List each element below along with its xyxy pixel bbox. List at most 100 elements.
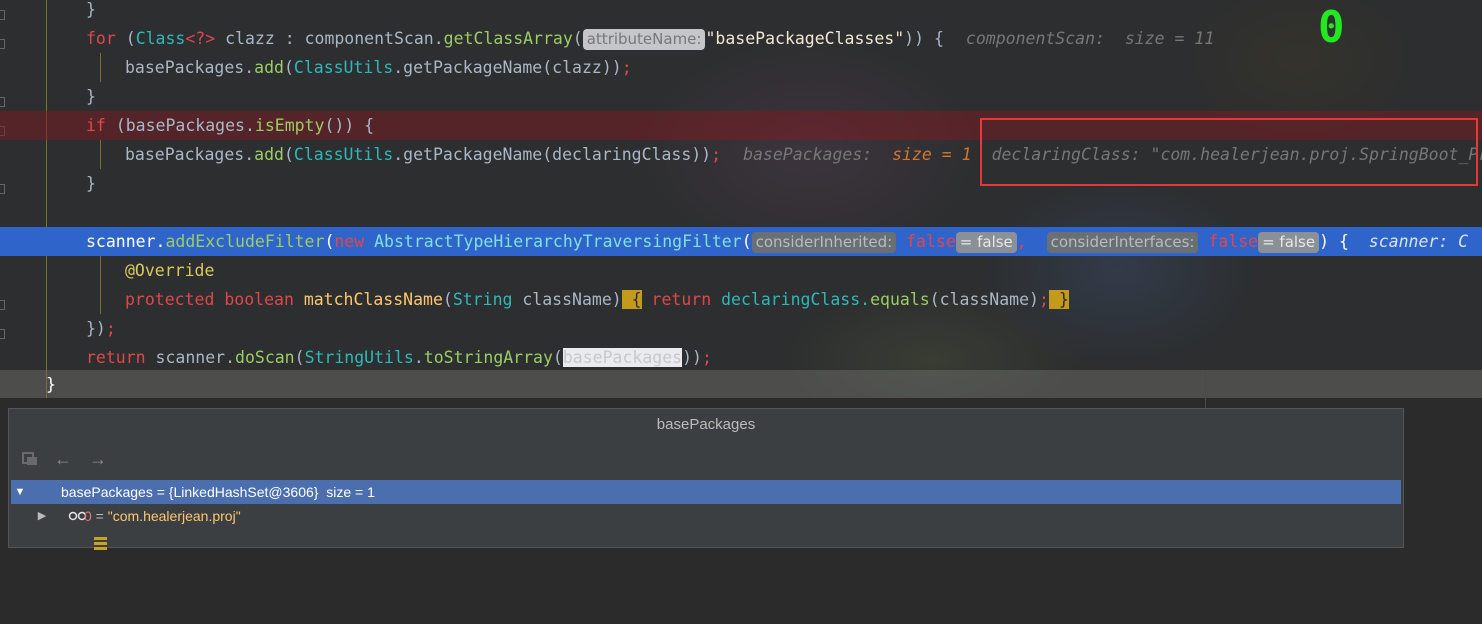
code-line[interactable]: } — [0, 82, 1482, 111]
method-name: equals — [870, 290, 930, 309]
inline-value-hint: = false — [1258, 232, 1320, 253]
parameter-hint: attributeName: — [582, 29, 706, 50]
counter-overlay: 0 — [1318, 2, 1345, 53]
comma: , — [1016, 232, 1047, 251]
code-line[interactable]: } — [0, 0, 1482, 24]
indent-guide — [100, 256, 101, 285]
method-name: getClassArray — [443, 29, 573, 48]
protected-keyword: protected — [125, 290, 215, 309]
code-text: ()) { — [324, 116, 375, 135]
parameter-hint: considerInterfaces: — [1046, 232, 1199, 253]
variable-size: size = 1 — [326, 484, 375, 500]
indent-guide — [100, 53, 101, 82]
popup-title: basePackages — [656, 416, 756, 433]
code-text: }) — [86, 319, 106, 338]
code-text: (basePackages. — [105, 116, 255, 135]
return-keyword: return — [641, 290, 722, 309]
code-text: )) { — [904, 29, 944, 48]
generic: <?> — [185, 29, 216, 48]
back-arrow-icon[interactable]: ← — [52, 448, 74, 470]
method-name: doScan — [235, 348, 295, 367]
debug-inline-size: size = 1 — [892, 145, 972, 164]
closing-brace: } — [86, 0, 96, 19]
debug-inline-value: componentScan: size = 11 — [965, 29, 1215, 48]
closing-brace: } — [46, 375, 56, 394]
debug-inline-value: scanner: C — [1368, 232, 1469, 251]
code-text: )) — [682, 348, 702, 367]
code-text: className) — [512, 290, 622, 309]
code-text: ( — [283, 58, 294, 77]
parameter-hint: considerInherited: — [751, 232, 897, 253]
method-name: addExcludeFilter — [165, 232, 325, 251]
matched-brace: } — [1048, 290, 1069, 309]
code-line[interactable]: for (Class<?> clazz : componentScan.getC… — [0, 24, 1482, 53]
code-line[interactable]: return scanner.doScan(StringUtils.toStri… — [0, 343, 1482, 372]
chevron-right-icon[interactable]: ▶ — [35, 504, 49, 528]
list-item-icon — [63, 509, 108, 550]
string-literal: "basePackageClasses" — [705, 29, 905, 48]
debug-inline-value: basePackages: — [743, 145, 893, 164]
annotation: @Override — [125, 261, 215, 280]
boolean-keyword: boolean — [214, 290, 304, 309]
false-literal: false — [1198, 232, 1259, 251]
code-text: ( — [115, 29, 136, 48]
class-name: AbstractTypeHierarchyTraversingFilter — [374, 232, 742, 251]
class-name: ClassUtils — [293, 145, 394, 164]
matched-brace: { — [621, 290, 642, 309]
code-editor[interactable]: } for (Class<?> clazz : componentScan.ge… — [0, 0, 1482, 398]
code-text: ( — [294, 348, 305, 367]
code-text: basePackages. — [125, 58, 255, 77]
code-text: . — [413, 348, 424, 367]
code-line[interactable]: @Override — [0, 256, 1482, 285]
code-text: ( — [283, 145, 294, 164]
code-text: scanner. — [145, 348, 236, 367]
code-line[interactable]: protected boolean matchClassName(String … — [0, 285, 1482, 314]
code-text: ( — [552, 348, 563, 367]
variable-tree[interactable]: ▼ basePackages = {LinkedHashSet@3606} si… — [11, 480, 1401, 550]
code-text: declaringClass. — [721, 290, 871, 309]
variable-value: = {LinkedHashSet@3606} — [152, 484, 327, 500]
method-name: isEmpty — [254, 116, 325, 135]
semicolon: ; — [105, 319, 116, 338]
forward-arrow-icon[interactable]: → — [87, 448, 109, 470]
new-keyword: new — [334, 232, 375, 251]
chevron-down-icon[interactable]: ▼ — [13, 480, 27, 504]
equals-sign: = — [91, 508, 108, 524]
false-literal: false — [896, 232, 956, 251]
annotation-highlight-box — [980, 118, 1478, 186]
element-value: "com.healerjean.proj" — [107, 508, 241, 524]
code-line[interactable]: basePackages.add(ClassUtils.getPackageNa… — [0, 53, 1482, 82]
code-text: scanner. — [86, 232, 166, 251]
variable-name: basePackages — [61, 484, 153, 500]
closing-brace: } — [86, 174, 96, 193]
semicolon: ; — [1038, 290, 1049, 309]
code-line[interactable]: }); — [0, 314, 1482, 343]
class-name: StringUtils — [304, 348, 414, 367]
semicolon: ; — [701, 348, 712, 367]
method-name: add — [254, 145, 284, 164]
code-text: ( — [741, 232, 752, 251]
code-text: ( — [324, 232, 335, 251]
method-name: toStringArray — [423, 348, 553, 367]
code-text: clazz : componentScan. — [215, 29, 444, 48]
tree-row[interactable]: ▶ 0 = "com.healerjean.proj" — [11, 504, 1401, 550]
current-execution-line[interactable]: scanner.addExcludeFilter(new AbstractTyp… — [0, 227, 1482, 256]
class-name: ClassUtils — [293, 58, 394, 77]
caret-line[interactable]: } — [0, 370, 1482, 398]
tree-row[interactable]: ▼ basePackages = {LinkedHashSet@3606} si… — [11, 480, 1401, 521]
class-name: String — [452, 290, 513, 309]
selected-expression[interactable]: basePackages — [562, 348, 683, 367]
method-name: add — [254, 58, 284, 77]
return-keyword: return — [86, 348, 146, 367]
indent-guide — [100, 140, 101, 169]
code-text: .getPackageName(declaringClass)) — [393, 145, 712, 164]
copy-icon[interactable] — [19, 448, 41, 470]
method-name: matchClassName — [303, 290, 443, 309]
code-text: ) { — [1319, 232, 1369, 251]
for-keyword: for — [86, 29, 116, 48]
class-name: Class — [135, 29, 186, 48]
semicolon: ; — [711, 145, 722, 164]
code-text: ( — [572, 29, 583, 48]
evaluate-popup[interactable]: basePackages ← → ▼ basePackages = {Linke… — [8, 408, 1404, 550]
code-text: basePackages. — [125, 145, 255, 164]
